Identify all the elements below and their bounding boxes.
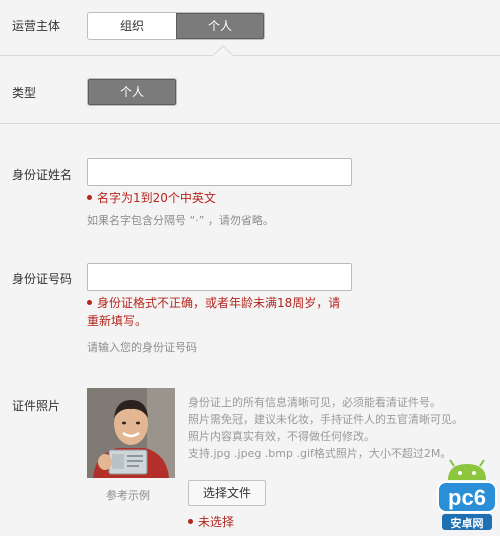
id-number-error-line2: 重新填写。 xyxy=(87,314,148,328)
choose-file-button[interactable]: 选择文件 xyxy=(188,480,266,506)
operator-option-organization[interactable]: 组织 xyxy=(88,13,176,39)
photo-tip-3: 照片内容真实有效，不得做任何修改。 xyxy=(188,430,375,443)
operator-label: 运营主体 xyxy=(12,19,61,33)
id-number-hint: 请输入您的身份证号码 xyxy=(87,341,197,354)
photo-label: 证件照片 xyxy=(12,399,61,413)
active-pointer-notch xyxy=(213,45,233,57)
id-number-error-line1: 身份证格式不正确，或者年龄未满18周岁，请 xyxy=(97,296,341,310)
pc6-watermark-logo: pc6 安卓网 xyxy=(436,458,498,532)
example-id-photo xyxy=(87,388,175,478)
type-label: 类型 xyxy=(12,86,37,100)
photo-tips: 身份证上的所有信息清晰可见，必须能看清证件号。 照片需免冠，建议未化妆，手持证件… xyxy=(188,394,500,462)
id-number-input[interactable] xyxy=(87,263,352,291)
name-input[interactable] xyxy=(87,158,352,186)
id-number-label: 身份证号码 xyxy=(12,272,73,286)
operator-option-individual[interactable]: 个人 xyxy=(176,13,264,39)
section-divider xyxy=(0,55,500,56)
name-error: 名字为1到20个中英文 xyxy=(87,189,216,207)
photo-tip-2: 照片需免冠，建议未化妆，手持证件人的五官清晰可见。 xyxy=(188,413,463,426)
photo-error: 未选择 xyxy=(188,513,234,531)
photo-tip-1: 身份证上的所有信息清晰可见，必须能看清证件号。 xyxy=(188,396,441,409)
name-error-text: 名字为1到20个中英文 xyxy=(97,191,216,205)
error-bullet-icon xyxy=(87,195,92,200)
watermark-subtext: 安卓网 xyxy=(451,516,484,530)
operator-segmented-control: 组织 个人 xyxy=(87,12,265,40)
photo-error-text: 未选择 xyxy=(198,515,235,529)
watermark-text: pc6 xyxy=(448,485,486,510)
section-divider-2 xyxy=(0,123,500,124)
name-hint: 如果名字包含分隔号 “·” ，请勿省略。 xyxy=(87,214,274,227)
type-segmented-control: 个人 xyxy=(87,78,177,106)
error-bullet-icon xyxy=(87,300,92,305)
id-number-error: 身份证格式不正确，或者年龄未满18周岁，请 重新填写。 xyxy=(87,294,377,330)
example-caption: 参考示例 xyxy=(106,489,150,502)
name-label: 身份证姓名 xyxy=(12,168,73,182)
type-option-individual[interactable]: 个人 xyxy=(88,79,176,105)
error-bullet-icon xyxy=(188,519,193,524)
